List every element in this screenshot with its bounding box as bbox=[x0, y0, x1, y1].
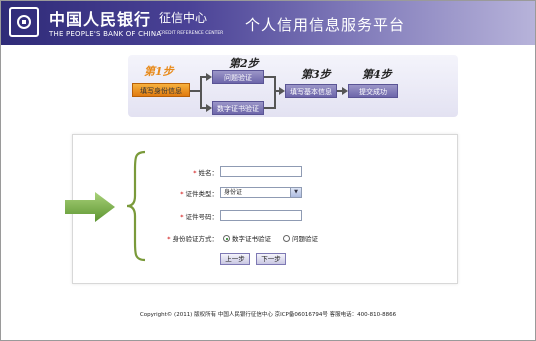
bank-name-en: THE PEOPLE'S BANK OF CHINA bbox=[49, 30, 162, 38]
prev-step-button[interactable]: 上一步 bbox=[220, 253, 250, 265]
header-banner: 中国人民银行 征信中心 THE PEOPLE'S BANK OF CHINA C… bbox=[1, 1, 535, 45]
merge-connector bbox=[274, 76, 276, 109]
arrow-right-icon bbox=[279, 87, 285, 95]
id-type-select[interactable]: 身份证 ▼ bbox=[220, 187, 302, 198]
verify-method-label: * 身份验证方式： bbox=[167, 235, 218, 243]
platform-title: 个人信用信息服务平台 bbox=[245, 16, 406, 34]
connector bbox=[264, 107, 274, 109]
step1-current: 填写身份信息 bbox=[132, 83, 190, 97]
bank-suffix: 征信中心 bbox=[159, 11, 208, 25]
id-type-selected: 身份证 bbox=[224, 189, 243, 196]
id-number-label: * 证件号码： bbox=[180, 213, 218, 221]
next-step-button[interactable]: 下一步 bbox=[256, 253, 286, 265]
step2-label: 第2步 bbox=[229, 57, 259, 70]
verify-option-question[interactable]: 问题验证 bbox=[283, 233, 318, 243]
bank-logo-icon bbox=[9, 7, 39, 37]
arrow-right-icon bbox=[342, 87, 348, 95]
step4-label: 第4步 bbox=[362, 68, 392, 81]
green-arrow-icon bbox=[65, 192, 115, 222]
name-label: * 姓名： bbox=[193, 169, 218, 177]
arrow-right-icon bbox=[206, 104, 212, 112]
step3-label: 第3步 bbox=[301, 68, 331, 81]
verify-option-cert[interactable]: 数字证书验证 bbox=[223, 233, 271, 243]
step1-label: 第1步 bbox=[144, 65, 174, 78]
step3-basic-info: 填写基本信息 bbox=[285, 84, 337, 98]
step4-submit-success: 提交成功 bbox=[348, 84, 398, 98]
step2-cert-verify: 数字证书验证 bbox=[212, 101, 264, 115]
center-name-en: CREDIT REFERENCE CENTER bbox=[159, 31, 224, 36]
chevron-down-icon[interactable]: ▼ bbox=[290, 188, 301, 197]
name-input[interactable] bbox=[220, 166, 302, 177]
brace-icon bbox=[126, 150, 146, 262]
id-type-label: * 证件类型： bbox=[180, 190, 218, 198]
arrow-right-icon bbox=[206, 73, 212, 81]
connector bbox=[264, 76, 274, 78]
footer-copyright: Copyright© (2011) 版权所有 中国人民银行征信中心 京ICP备0… bbox=[139, 312, 397, 318]
id-number-input[interactable] bbox=[220, 210, 302, 221]
branch-connector bbox=[200, 76, 202, 108]
radio-checked-icon[interactable] bbox=[223, 235, 230, 242]
connector bbox=[190, 90, 200, 92]
step2-question-verify: 问题验证 bbox=[212, 70, 264, 84]
radio-unchecked-icon[interactable] bbox=[283, 235, 290, 242]
bank-name-cn: 中国人民银行 bbox=[49, 10, 152, 29]
